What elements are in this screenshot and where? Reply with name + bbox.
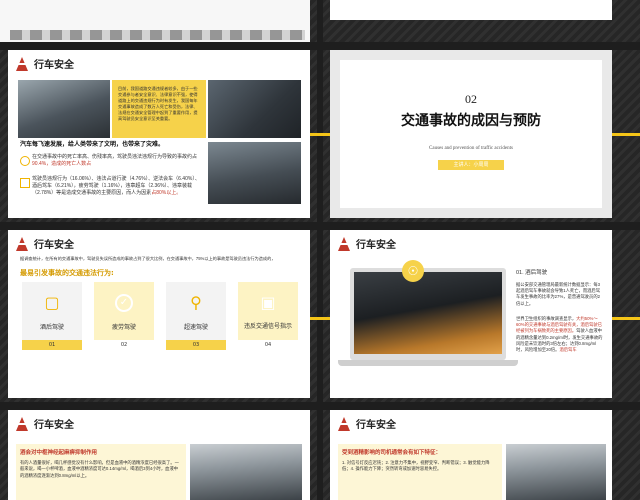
card-label: 超速驾驶 <box>183 324 208 331</box>
card-label: 违反交通信号指示 <box>244 323 293 330</box>
content-heading: 酒会对中枢神经起麻痹抑制作用 <box>20 450 98 456</box>
card-number: 02 <box>94 340 154 350</box>
chat-icon: ▢ <box>44 293 60 312</box>
slide-heading: 汽车每飞速发展，给人类带来了文明，也带来了灾难。 <box>20 142 165 148</box>
city-photo <box>506 444 606 500</box>
road-marking <box>612 317 640 320</box>
slide-header: 行车安全 <box>16 416 74 431</box>
paragraph-2: 驾驶员违规行为（16.06%）、违法占道行驶（4.76%）、逆法会车（6.40%… <box>32 176 200 196</box>
traffic-cone-icon <box>16 56 28 71</box>
content-box: 酒会对中枢神经起麻痹抑制作用 有的人酒量很好，喝几杯感觉没有什么影响，但是血液中… <box>16 444 186 500</box>
intro-text: 目前，我国道路交通违规者较多，由于一些交通参与者安全意识、法律意识不强，使得道路… <box>118 86 198 121</box>
slide-header: 行车安全 <box>338 236 396 251</box>
slide-thumbnail-top-right[interactable] <box>330 0 612 20</box>
car-icon <box>20 156 30 166</box>
traffic-cone-icon <box>16 416 28 431</box>
content-body: 有的人酒量很好，喝几杯感觉没有什么影响，但是血液中的酒精浓度已经很高了。一般来说… <box>20 460 179 478</box>
road-marking <box>310 317 330 320</box>
traffic-cone-icon <box>338 236 350 251</box>
divider <box>0 402 640 410</box>
photo-strip <box>10 30 305 40</box>
card-number: 03 <box>166 340 226 350</box>
divider <box>0 222 640 230</box>
paragraph-1: 据公安部交通管理局最新统计数据显示：每3起酒后驾车事故就会导致1人死亡，而酒后驾… <box>516 282 601 306</box>
card-label: 酒后驾驶 <box>39 324 64 331</box>
section-subtitle: Causes and prevention of traffic acciden… <box>429 146 513 151</box>
section-title: 行车安全 <box>356 240 396 251</box>
intro-box: 目前，我国道路交通违规者较多，由于一些交通参与者安全意识、法律意识不强，使得道路… <box>112 80 206 138</box>
section-title: 行车安全 <box>356 420 396 431</box>
slide-header: 行车安全 <box>16 236 74 251</box>
slide-header: 行车安全 <box>16 56 74 71</box>
content-heading: 受到酒精影响的司机通常会有如下特征： <box>342 450 442 456</box>
night-traffic-photo <box>354 272 502 354</box>
divider <box>0 42 640 50</box>
traffic-cone-icon <box>16 236 28 251</box>
laptop-base <box>338 360 518 366</box>
slide-header: 行车安全 <box>338 416 396 431</box>
card-number: 01 <box>22 340 82 350</box>
content-box: 受到酒精影响的司机通常会有如下特征： 1. 对信号灯反应迟钝；2. 注意力不集中… <box>338 444 502 500</box>
slide-thumbnail-3[interactable]: 02 交通事故的成因与预防 Causes and prevention of t… <box>330 50 612 218</box>
crosswalk-photo <box>208 80 301 138</box>
card-fatigue-driving: ✓ 疲劳驾驶 02 <box>94 282 154 350</box>
content-body: 1. 对信号灯反应迟钝；2. 注意力不集中，视野变窄、判断错误；3. 触觉能力降… <box>342 460 490 472</box>
section-title: 交通事故的成因与预防 <box>401 113 541 129</box>
slide-thumbnail-6[interactable]: 行车安全 酒会对中枢神经起麻痹抑制作用 有的人酒量很好，喝几杯感觉没有什么影响，… <box>8 410 310 500</box>
presenter-badge: 主讲人：小周周 <box>438 160 504 170</box>
section-title: 行车安全 <box>34 60 74 71</box>
intro-text: 据调查统计，在所有的交通事故中，驾驶员失误所造成的事故占到了很大比例，在交通事故… <box>20 256 276 261</box>
vertical-divider <box>317 0 323 500</box>
slide-thumbnail-5[interactable]: 行车安全 ☉ 01. 酒后驾驶 据公安部交通管理局最新统计数据显示：每3起酒后驾… <box>330 230 612 398</box>
city-photo <box>208 142 301 204</box>
traffic-cone-icon <box>338 416 350 431</box>
slide-thumbnail-4[interactable]: 行车安全 据调查统计，在所有的交通事故中，驾驶员失误所造成的事故占到了很大比例，… <box>8 230 310 398</box>
title-card: 02 交通事故的成因与预防 Causes and prevention of t… <box>340 60 602 208</box>
card-drunk-driving: ▢ 酒后驾驶 01 <box>22 282 82 350</box>
slide-thumbnail-2[interactable]: 行车安全 目前，我国道路交通违规者较多，由于一些交通参与者安全意识、法律意识不强… <box>8 50 310 218</box>
slide-thumbnail-top-left[interactable] <box>0 0 310 42</box>
section-title: 行车安全 <box>34 240 74 251</box>
section-number: 02 <box>465 92 477 106</box>
search-icon: ⚲ <box>190 293 202 312</box>
paragraph-1: 在交通事故中的死亡率高、伤残率高，驾驶员违法违规行为导致的事故约占90.4%，造… <box>32 154 198 167</box>
clock-icon: ✓ <box>115 294 133 312</box>
street-photo <box>18 80 110 138</box>
section-title: 行车安全 <box>34 420 74 431</box>
road-marking <box>612 133 640 136</box>
slide-thumbnail-7[interactable]: 行车安全 受到酒精影响的司机通常会有如下特征： 1. 对信号灯反应迟钝；2. 注… <box>330 410 612 500</box>
item-title: 01. 酒后驾驶 <box>516 270 548 276</box>
card-label: 疲劳驾驶 <box>111 324 136 331</box>
lightbulb-icon: ☉ <box>402 260 424 282</box>
paragraph-2: 世界卫生组织的事故调查显示，大约50%～60%的交通事故与酒后驾驶有关，酒后驾驶… <box>516 316 603 353</box>
subheading: 最易引发事故的交通违法行为: <box>20 269 114 277</box>
briefcase-icon: ▣ <box>260 293 276 312</box>
card-signal-violation: ▣ 违反交通信号指示 04 <box>238 282 298 350</box>
road-marking <box>310 133 330 136</box>
laptop-screen <box>350 268 506 360</box>
card-number: 04 <box>238 340 298 350</box>
chart-icon <box>20 178 30 188</box>
city-photo <box>190 444 302 500</box>
card-speeding: ⚲ 超速驾驶 03 <box>166 282 226 350</box>
